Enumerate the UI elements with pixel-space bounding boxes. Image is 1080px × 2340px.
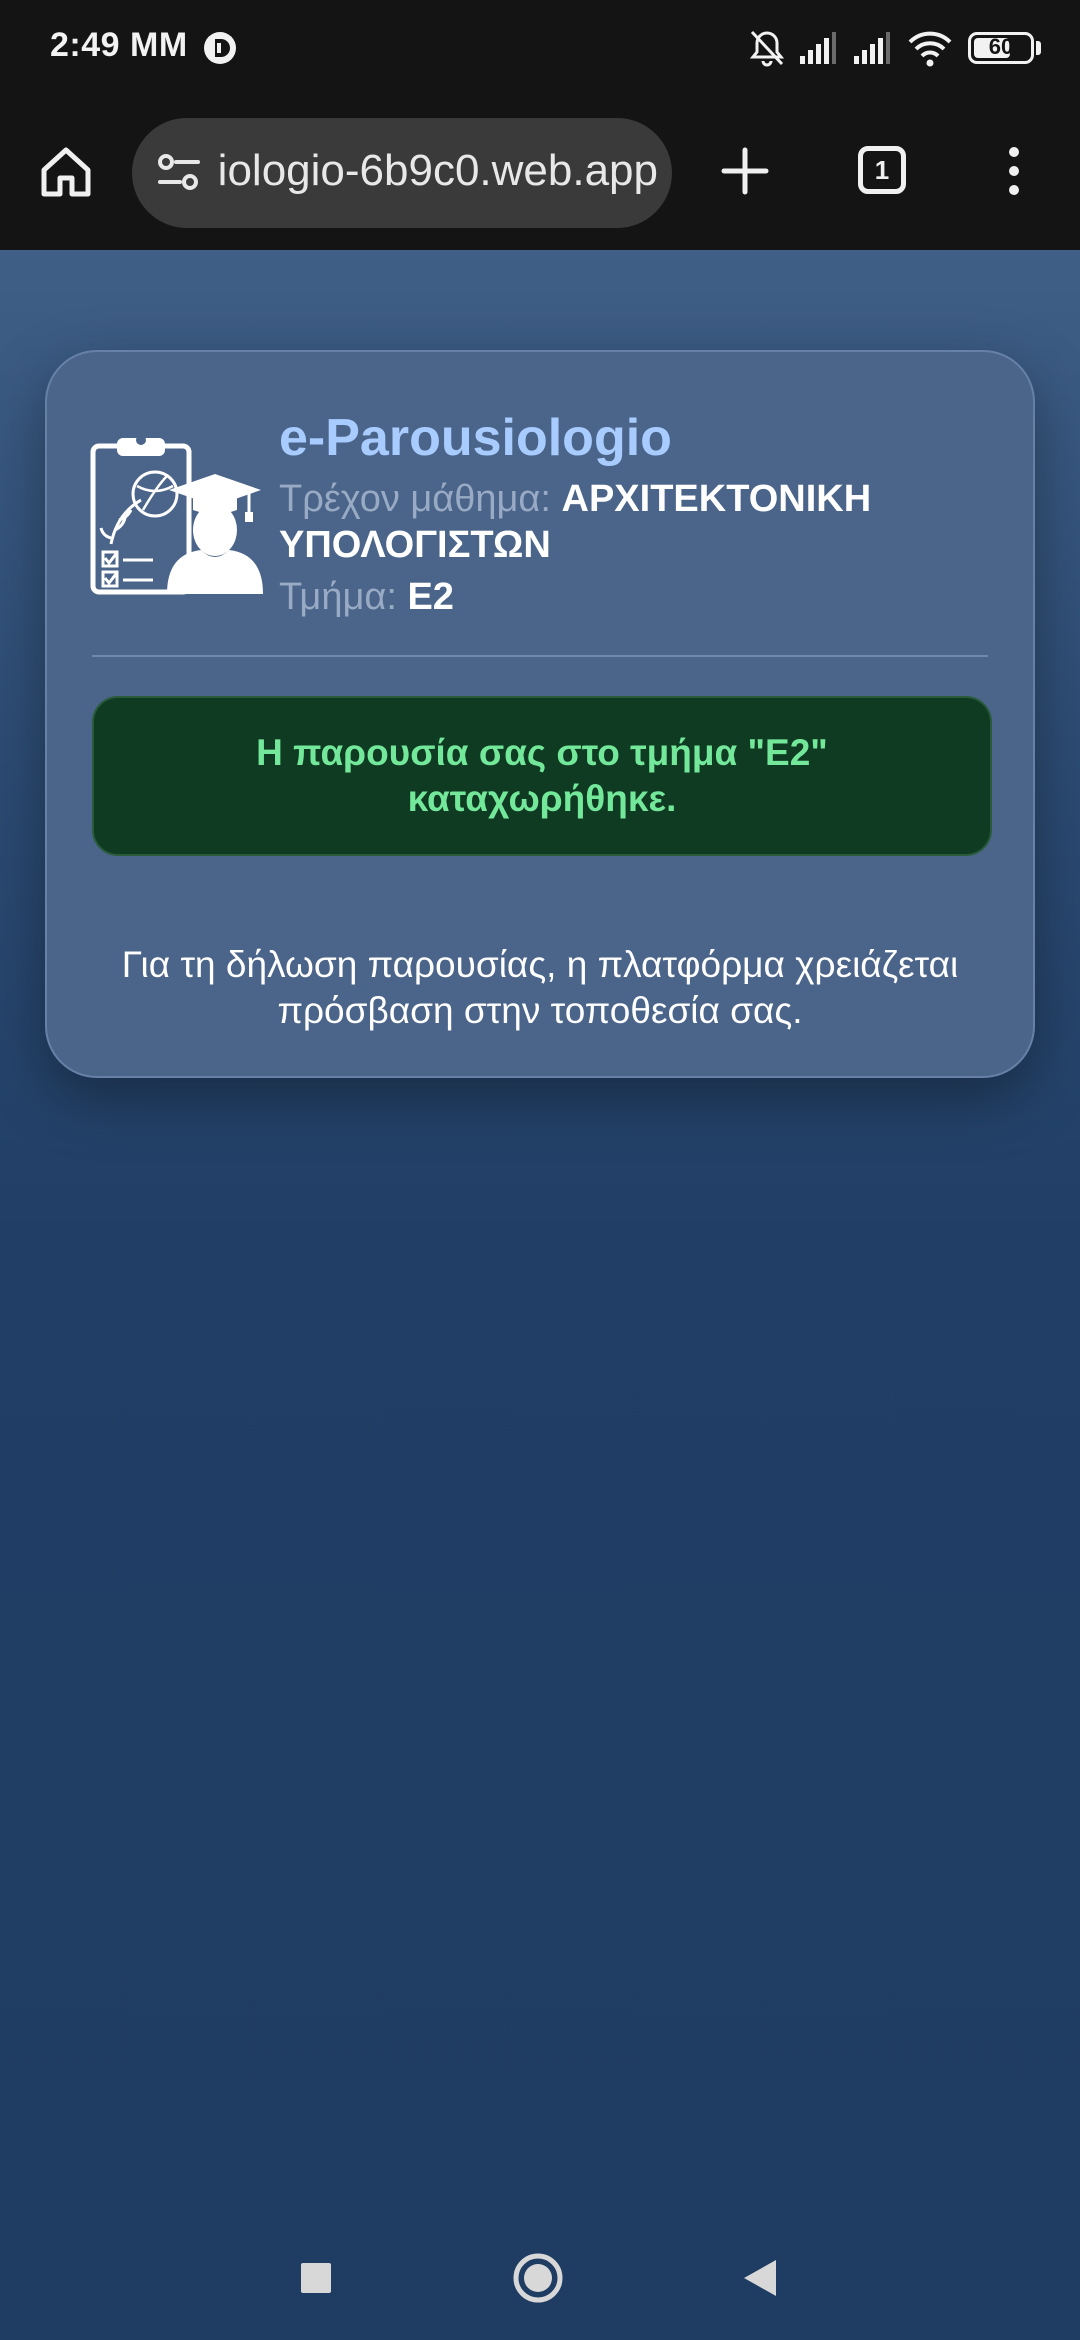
browser-toolbar: e-parousiologio-6b9c0.web.app 1: [0, 96, 1080, 250]
status-bar: 2:49 ΜΜ 60: [0, 0, 1080, 96]
attendance-card: e-Parousiologio Τρέχον μάθημα: ΑΡΧΙΤΕΚΤΟ…: [45, 350, 1035, 1078]
location-note: Για τη δήλωση παρουσίας, η πλατφόρμα χρε…: [121, 944, 959, 1031]
url-bar[interactable]: e-parousiologio-6b9c0.web.app: [132, 118, 672, 228]
site-settings-icon[interactable]: [154, 148, 204, 198]
signal-icon: [854, 32, 890, 64]
course-info: Τρέχον μάθημα: ΑΡΧΙΤΕΚΤΟΝΙΚΗ ΥΠΟΛΟΓΙΣΤΩΝ: [279, 476, 959, 568]
course-label: Τρέχον μάθημα:: [279, 478, 551, 520]
battery-tip: [1036, 41, 1041, 55]
url-value: e-parousiologio-6b9c0.web.app: [218, 146, 658, 195]
signal-icon: [800, 32, 836, 64]
back-triangle-icon[interactable]: [742, 2258, 778, 2298]
system-nav-bar: [0, 2220, 1080, 2340]
success-alert: Η παρουσία σας στο τμήμα "Ε2" καταχωρήθη…: [92, 696, 992, 856]
muted-bell-icon: [749, 30, 785, 67]
home-circle-icon[interactable]: [512, 2252, 564, 2304]
success-message: Η παρουσία σας στο τμήμα "Ε2" καταχωρήθη…: [256, 732, 828, 819]
divider: [92, 655, 988, 657]
section-label: Τμήμα:: [279, 576, 397, 618]
battery-level-text: 60: [988, 34, 1014, 59]
app-notification-icon: [204, 32, 236, 64]
section-value: Ε2: [407, 576, 454, 618]
home-icon[interactable]: [38, 144, 94, 200]
web-page: e-Parousiologio Τρέχον μάθημα: ΑΡΧΙΤΕΚΤΟ…: [0, 250, 1080, 2220]
attendance-logo-icon: [90, 435, 263, 595]
new-tab-plus-icon[interactable]: [720, 146, 770, 196]
url-text[interactable]: e-parousiologio-6b9c0.web.app: [218, 146, 658, 200]
wifi-icon: [908, 31, 952, 67]
recents-square-icon[interactable]: [300, 2262, 332, 2294]
battery-icon: 60: [968, 32, 1034, 64]
more-menu-icon[interactable]: [1004, 146, 1024, 196]
section-info: Τμήμα: Ε2: [279, 576, 454, 619]
status-time: 2:49 ΜΜ: [50, 26, 188, 64]
tabs-icon[interactable]: 1: [858, 146, 906, 194]
tab-count: 1: [874, 155, 890, 185]
status-icons: 60: [748, 28, 1048, 68]
app-title: e-Parousiologio: [279, 409, 672, 467]
